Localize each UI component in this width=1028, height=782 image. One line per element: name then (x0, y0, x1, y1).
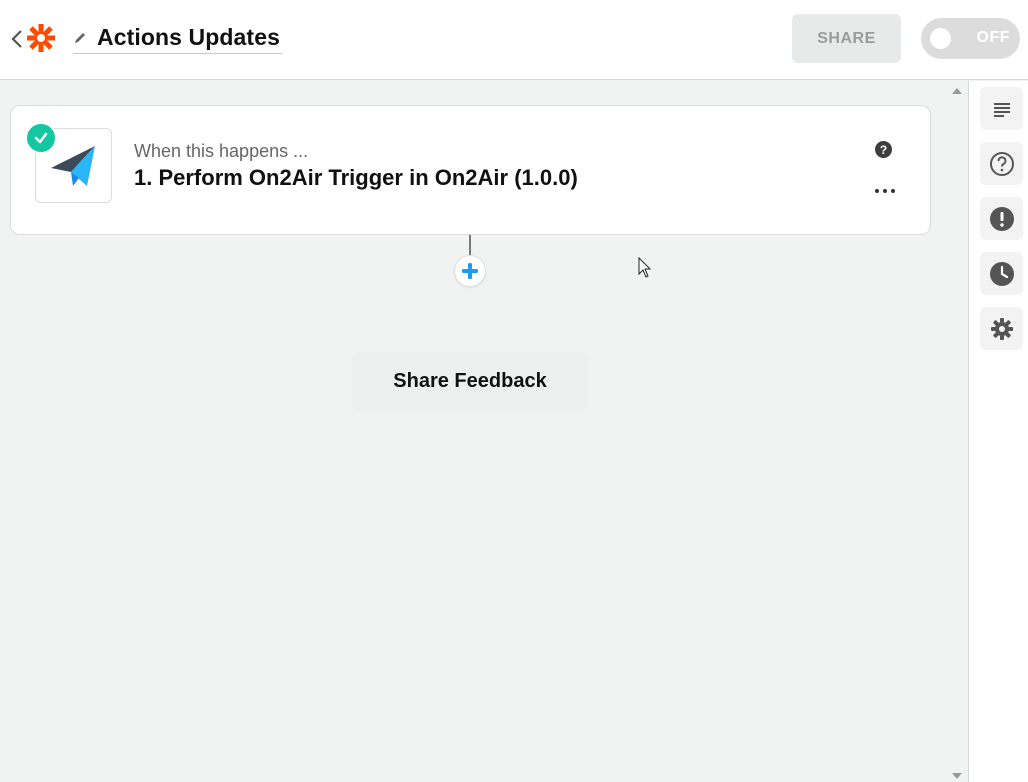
right-sidebar (968, 81, 1028, 782)
back-button[interactable] (8, 26, 26, 52)
sidebar-alerts-button[interactable] (980, 197, 1023, 240)
paper-plane-icon (50, 145, 95, 186)
toggle-label: OFF (976, 29, 1010, 46)
gear-icon (990, 317, 1013, 340)
clock-icon (989, 261, 1014, 286)
sidebar-history-button[interactable] (980, 252, 1023, 295)
notes-icon (993, 102, 1010, 117)
zap-title: Actions Updates (97, 24, 280, 50)
asterisk-logo-icon (27, 24, 55, 52)
zap-on-off-toggle[interactable]: OFF (921, 18, 1020, 59)
share-feedback-button[interactable]: Share Feedback (352, 352, 588, 410)
scroll-down-arrow[interactable] (951, 771, 963, 781)
trigger-step-card[interactable]: When this happens ... 1. Perform On2Air … (10, 105, 931, 235)
alert-icon (989, 206, 1014, 231)
toggle-knob (930, 28, 951, 49)
plus-icon (462, 263, 478, 279)
help-icon[interactable]: ? (875, 141, 892, 158)
more-options-icon[interactable] (875, 186, 895, 196)
sidebar-settings-button[interactable] (980, 307, 1023, 350)
scroll-up-arrow[interactable] (951, 86, 963, 96)
add-step-button[interactable] (454, 255, 486, 287)
step-complete-check-icon (25, 122, 57, 154)
top-bar: Actions Updates SHARE OFF (0, 0, 1028, 80)
zap-title-field[interactable]: Actions Updates (73, 22, 282, 54)
step-connector (469, 235, 471, 255)
pencil-icon (73, 30, 89, 46)
sidebar-help-button[interactable] (980, 142, 1023, 185)
help-circle-icon (989, 151, 1014, 176)
step-subtitle: When this happens ... (134, 141, 309, 161)
step-title: 1. Perform On2Air Trigger in On2Air (1.0… (134, 165, 578, 190)
zapier-logo[interactable] (25, 22, 57, 54)
mouse-cursor-icon (638, 257, 652, 278)
chevron-left-icon (11, 30, 22, 48)
sidebar-notes-button[interactable] (980, 87, 1023, 130)
share-button[interactable]: SHARE (792, 14, 901, 63)
